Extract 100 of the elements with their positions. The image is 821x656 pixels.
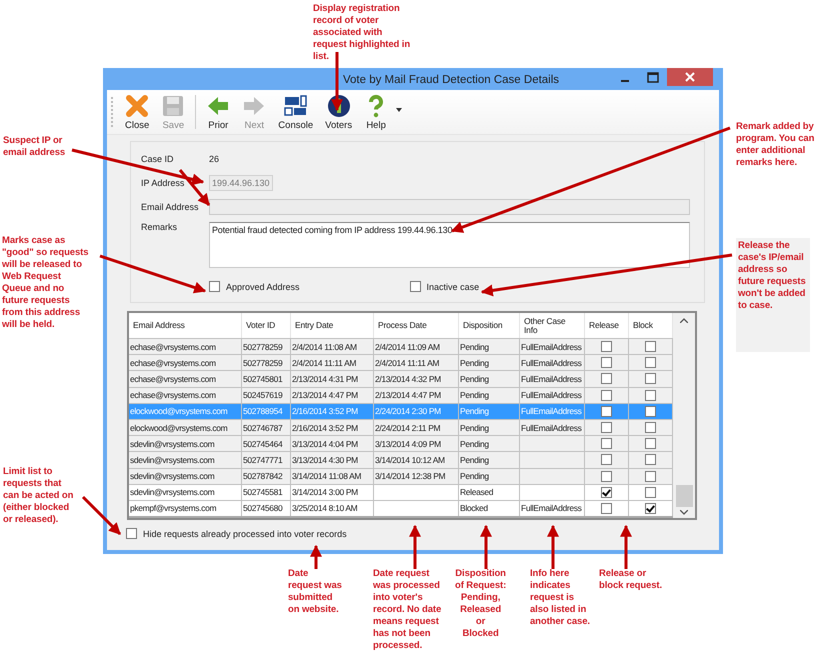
table-cell: 502788954 — [243, 406, 282, 416]
table-cell: Pending — [460, 342, 489, 352]
table-row[interactable]: echase@vrsystems.com 502778259 2/4/2014 11:08 AM 2/4/2014 11:09 AM Pending FullEmailAddress — [129, 338, 673, 354]
release-checkbox[interactable] — [601, 502, 612, 514]
close-icon[interactable] — [667, 68, 713, 86]
checkbox-label: Hide requests already processed into voter records — [143, 528, 347, 538]
block-checkbox[interactable] — [645, 502, 656, 514]
callout-arrow — [331, 52, 343, 112]
close-x-icon — [125, 94, 150, 118]
callout-text: Date request was processed into voter's record. No date means request has not been processed. — [373, 568, 442, 652]
release-checkbox[interactable] — [601, 406, 612, 417]
table-cell: 502745464 — [243, 438, 282, 449]
toolbar-button[interactable]: Help — [358, 92, 394, 132]
table-cell: 502457619 — [243, 390, 282, 400]
table-cell: Blocked — [460, 503, 488, 514]
callout-text: Suspect IP or email address — [3, 135, 66, 159]
block-checkbox[interactable] — [645, 390, 656, 401]
table-row[interactable]: sdevlin@vrsystems.com 502747771 3/13/2014 4:30 PM 3/14/2014 10:12 AM Pending — [129, 451, 673, 468]
table-cell: sdevlin@vrsystems.com — [130, 487, 214, 498]
ip-address-field[interactable]: 199.44.96.130 — [209, 174, 273, 190]
table-row[interactable]: sdevlin@vrsystems.com 502787842 3/14/2014 11:08 AM 3/14/2014 12:38 PM Pending — [129, 468, 673, 484]
callout-text: Info here indicates request is also listed in another case. — [530, 568, 590, 628]
table-cell: 3/14/2014 11:08 AM — [292, 471, 362, 482]
table-cell: Pending — [460, 358, 489, 368]
table-cell: sdevlin@vrsystems.com — [130, 471, 214, 482]
callout-text: Limit list to requests that can be acted on (either blocked or released). — [3, 466, 74, 526]
release-checkbox[interactable] — [601, 470, 612, 482]
release-checkbox[interactable] — [601, 454, 612, 466]
table-cell: echase@vrsystems.com — [130, 374, 216, 384]
toolbar-button[interactable]: Voters — [319, 92, 358, 132]
panels-icon — [284, 94, 308, 118]
table-row[interactable]: sdevlin@vrsystems.com 502745464 3/13/2014 4:04 PM 3/13/2014 4:09 PM Pending — [129, 435, 673, 452]
table-cell: 502745581 — [243, 487, 282, 498]
table-cell: sdevlin@vrsystems.com — [130, 454, 214, 465]
table-cell: 502747771 — [243, 454, 282, 465]
block-checkbox[interactable] — [645, 454, 656, 466]
table-cell: Released — [460, 487, 494, 498]
scroll-thumb[interactable] — [676, 485, 692, 507]
table-cell: Pending — [460, 422, 489, 433]
table-cell: elockwood@vrsystems.com — [130, 422, 228, 433]
release-checkbox[interactable] — [601, 373, 612, 384]
table-cell: 3/14/2014 12:38 PM — [375, 471, 446, 482]
block-checkbox[interactable] — [645, 422, 656, 434]
table-cell: 2/13/2014 4:32 PM — [375, 374, 441, 384]
block-checkbox[interactable] — [645, 357, 656, 368]
table-row[interactable]: echase@vrsystems.com 502457619 2/13/2014 4:47 PM 2/13/2014 4:47 PM Pending FullEmailAddress — [129, 386, 673, 403]
callout-text: Display registration record of voter associated with request highlighted in list. — [313, 3, 410, 63]
table-cell: FullEmailAddress — [521, 406, 582, 416]
block-checkbox[interactable] — [645, 470, 656, 482]
table-cell: Pending — [460, 406, 489, 416]
remarks-field[interactable]: Potential fraud detected coming from IP address 199.44.96.130 — [209, 222, 690, 268]
table-cell: FullEmailAddress — [521, 374, 582, 384]
info-icon — [326, 94, 351, 118]
release-checkbox[interactable] — [601, 486, 612, 498]
block-checkbox[interactable] — [645, 341, 656, 352]
table-cell: FullEmailAddress — [521, 358, 582, 368]
table-cell: 502745680 — [243, 503, 282, 514]
email-address-field[interactable] — [209, 198, 690, 214]
release-checkbox[interactable] — [601, 390, 612, 401]
table-cell: 502787842 — [243, 471, 282, 482]
release-checkbox[interactable] — [601, 438, 612, 450]
release-checkbox[interactable] — [601, 422, 612, 434]
table-row[interactable]: sdevlin@vrsystems.com 502745581 3/14/2014 3:00 PM Released — [129, 484, 673, 500]
release-checkbox[interactable] — [601, 357, 612, 368]
table-row[interactable]: elockwood@vrsystems.com 502746787 2/16/2014 3:52 PM 2/24/2014 2:11 PM Pending FullEmailAddress — [129, 418, 673, 436]
table-cell: 2/4/2014 11:09 AM — [375, 342, 440, 352]
ip-address-label: IP Address — [141, 178, 186, 188]
block-checkbox[interactable] — [645, 486, 656, 498]
table-cell: 3/25/2014 8:10 AM — [292, 503, 358, 514]
table-cell: 2/16/2014 3:52 PM — [292, 422, 358, 433]
callout-arrow — [82, 496, 122, 536]
scroll-down-icon[interactable] — [680, 510, 688, 515]
scroll-up-icon[interactable] — [680, 318, 688, 323]
dropdown-caret-icon[interactable] — [396, 108, 402, 112]
checkbox-label: Approved Address — [226, 282, 300, 292]
block-checkbox[interactable] — [645, 438, 656, 450]
table-cell: 502746787 — [243, 422, 282, 433]
scrollbar[interactable] — [673, 313, 695, 518]
table-cell: Pending — [460, 438, 489, 449]
table-cell: 502778259 — [243, 342, 282, 352]
callout-arrow — [547, 524, 559, 569]
table-row[interactable]: echase@vrsystems.com 502745801 2/13/2014 4:31 PM 2/13/2014 4:32 PM Pending FullEmailAddress — [129, 370, 673, 387]
checkbox[interactable] — [209, 281, 220, 292]
toolbar-button[interactable]: Close — [119, 92, 156, 132]
window-title: Vote by Mail Fraud Detection Case Details — [342, 73, 560, 86]
release-checkbox[interactable] — [601, 341, 612, 352]
table-cell: 2/16/2014 3:52 PM — [292, 406, 358, 416]
table-cell: 3/14/2014 3:00 PM — [292, 487, 358, 498]
toolbar-button[interactable]: Console — [272, 92, 320, 132]
block-checkbox[interactable] — [645, 406, 656, 417]
block-checkbox[interactable] — [645, 373, 656, 384]
table-cell: 502745801 — [243, 374, 282, 384]
table-row[interactable]: echase@vrsystems.com 502778259 2/4/2014 11:11 AM 2/4/2014 11:11 AM Pending FullEmailAddress — [129, 354, 673, 370]
table-cell: Pending — [460, 471, 489, 482]
toolbar-button[interactable]: Prior — [200, 92, 236, 132]
checkbox[interactable] — [126, 528, 137, 539]
table-cell: sdevlin@vrsystems.com — [130, 438, 214, 449]
checkbox[interactable] — [410, 281, 421, 292]
table-cell: Pending — [460, 454, 489, 465]
table-row[interactable]: pkempf@vrsystems.com 502745680 3/25/2014 8:10 AM Blocked FullEmailAddress — [129, 500, 673, 516]
